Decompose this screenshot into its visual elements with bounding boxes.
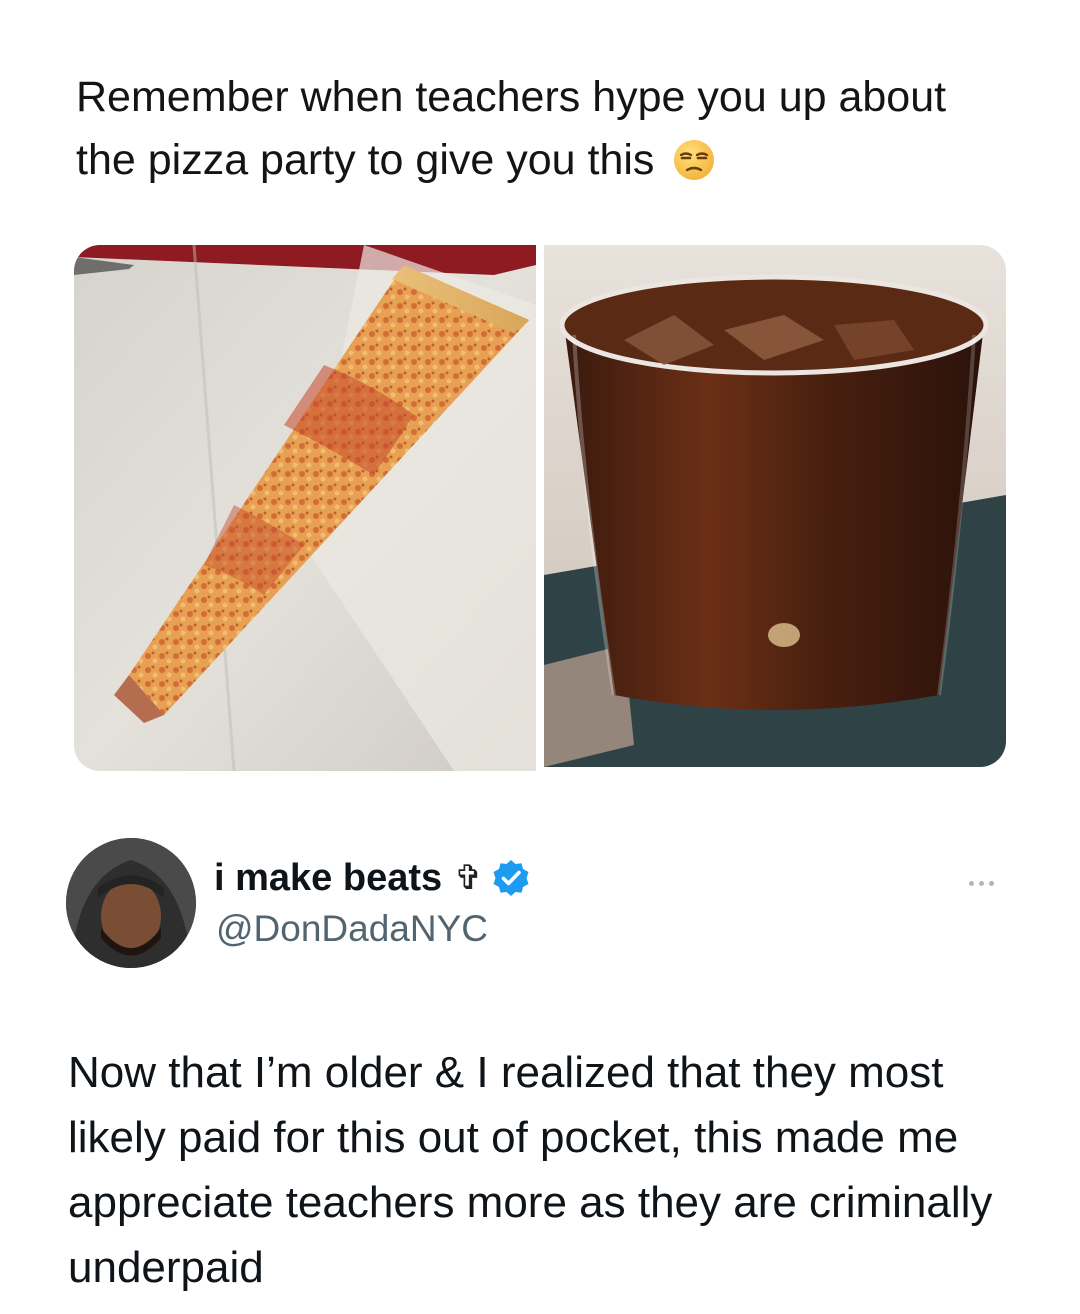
meme-caption: Remember when teachers hype you up about…	[76, 66, 976, 192]
cross-symbol: ✞	[454, 859, 483, 897]
tweet-text: Now that I’m older & I realized that the…	[68, 1048, 993, 1292]
pizza-slice-photo[interactable]	[74, 245, 536, 771]
user-handle[interactable]: @DonDadaNYC	[216, 908, 488, 950]
verified-badge-icon	[493, 860, 529, 896]
more-options-icon[interactable]	[946, 868, 1016, 898]
dot-icon	[978, 880, 984, 886]
dot-icon	[988, 880, 994, 886]
caption-text: Remember when teachers hype you up about…	[76, 73, 947, 184]
display-name[interactable]: i make beats	[214, 857, 442, 900]
avatar[interactable]	[66, 838, 196, 968]
tweet-author: i make beats ✞ @DonDadaNYC	[66, 838, 1016, 970]
dot-icon	[968, 880, 974, 886]
unamused-face-icon	[674, 140, 715, 180]
soda-cup-photo[interactable]	[544, 245, 1006, 767]
display-name-row[interactable]: i make beats ✞	[214, 852, 531, 904]
